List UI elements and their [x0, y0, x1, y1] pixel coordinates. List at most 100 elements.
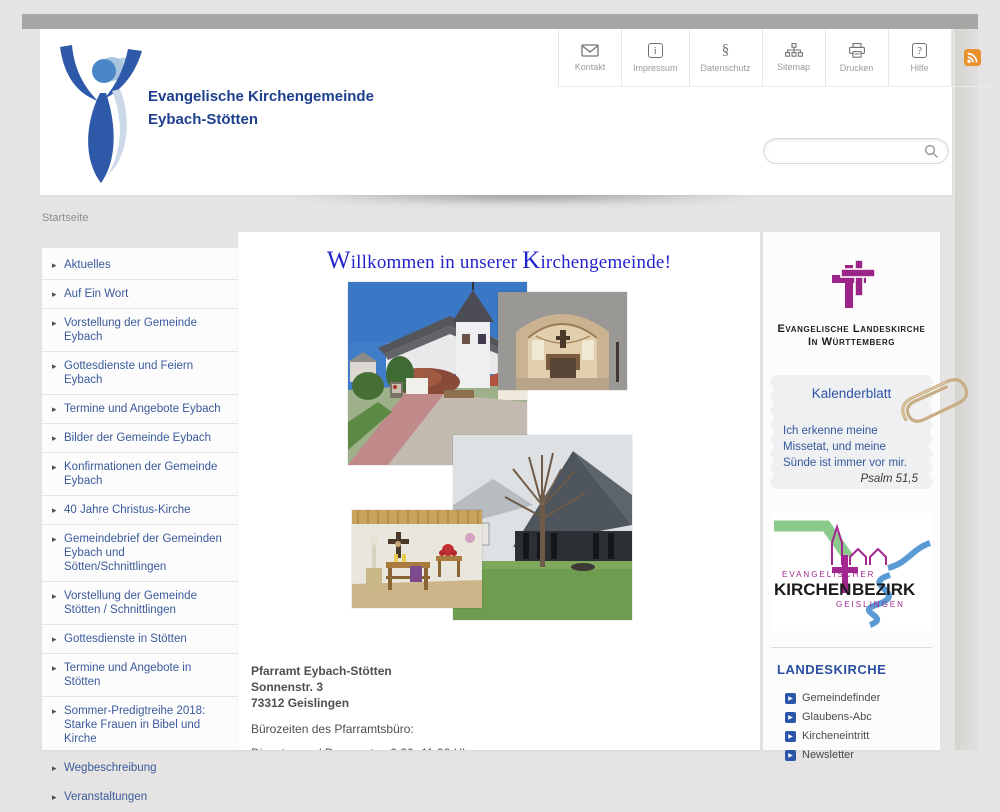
sidebar-item-label: Veranstaltungen [64, 791, 147, 803]
kalenderblatt-source: Psalm 51,5 [770, 473, 933, 485]
right-sidebar: Evangelische Landeskirche In Württemberg… [763, 232, 940, 750]
rss-icon [964, 49, 981, 66]
menu-arrow-icon: ▸ [52, 632, 57, 646]
menu-arrow-icon: ▸ [52, 589, 57, 603]
link-label: Newsletter [802, 749, 854, 761]
landeskirche-links: ▶ Gemeindefinder ▶ Glaubens-Abc ▶ Kirche… [785, 692, 940, 761]
sidebar-item-label: Termine und Angebote Eybach [64, 403, 221, 415]
nav-label: Drucken [840, 63, 874, 73]
link-label: Kircheneintritt [802, 730, 869, 742]
utility-nav: Kontakt i Impressum § Datenschutz Sitema… [558, 29, 993, 87]
sidebar-item-label: Gottesdienste und Feiern Eybach [64, 360, 193, 386]
nav-label: Sitemap [777, 62, 810, 72]
bezirk-word1: KIRCHEN [774, 580, 851, 599]
link-label: Glaubens-Abc [802, 711, 872, 723]
site-title-line1: Evangelische Kirchengemeinde [148, 85, 374, 108]
play-icon: ▶ [785, 712, 796, 723]
sidebar-item-label: Konfirmationen der Gemeinde Eybach [64, 461, 217, 487]
sidebar-item-label: Sommer-Predigtreihe 2018: Starke Frauen … [64, 705, 205, 745]
address-line: Pfarramt Eybach-Stötten [251, 663, 473, 679]
link-newsletter[interactable]: ▶ Newsletter [785, 749, 940, 761]
sidebar-item-termine-eybach[interactable]: ▸ Termine und Angebote Eybach [42, 395, 238, 424]
sidebar-item-label: Bilder der Gemeinde Eybach [64, 432, 211, 444]
menu-arrow-icon: ▸ [52, 761, 57, 775]
link-label: Gemeindefinder [802, 692, 880, 704]
link-gemeindefinder[interactable]: ▶ Gemeindefinder [785, 692, 940, 704]
office-hours-value: Dienstag und Donnerstag 9.20 -11.20 Uhr [251, 745, 473, 750]
menu-arrow-icon: ▸ [52, 532, 57, 546]
site-logo[interactable] [54, 41, 146, 189]
menu-arrow-icon: ▸ [52, 431, 57, 445]
sidebar-item-label: Vorstellung der Gemeinde Stötten / Schni… [64, 590, 197, 616]
nav-item-hilfe[interactable]: ? Hilfe [888, 29, 951, 87]
printer-icon [849, 43, 865, 58]
elk-logo-banner[interactable]: Evangelische Landeskirche In Württemberg [763, 232, 940, 349]
play-icon: ▶ [785, 731, 796, 742]
search-input[interactable] [773, 143, 924, 159]
nav-item-impressum[interactable]: i Impressum [621, 29, 689, 87]
main-content: Willkommen in unserer Kirchengemeinde! [238, 232, 760, 750]
sidebar-item-gottesdienste-eybach[interactable]: ▸ Gottesdienste und Feiern Eybach [42, 352, 238, 395]
nav-item-drucken[interactable]: Drucken [825, 29, 888, 87]
sidebar-item-gottesdienste-stoetten[interactable]: ▸Gottesdienste in Stötten [42, 625, 238, 654]
sidebar-item-label: Wegbeschreibung [64, 762, 157, 774]
office-hours-label: Bürozeiten des Pfarramtsbüro: [251, 721, 473, 737]
nav-item-kontakt[interactable]: Kontakt [558, 29, 621, 87]
nav-label: Datenschutz [701, 63, 751, 73]
elk-cross-icon [826, 260, 878, 312]
kirchenbezirk-logo-banner[interactable]: EVANGELISCHER KIRCHEN BEZIRK GEISLINGEN [770, 513, 933, 631]
page-title: Willkommen in unserer Kirchengemeinde! [238, 247, 760, 275]
link-glaubens-abc[interactable]: ▶ Glaubens-Abc [785, 711, 940, 723]
site-title-line2: Eybach-Stötten [148, 108, 374, 131]
address-line: 73312 Geislingen [251, 695, 473, 711]
nav-item-sitemap[interactable]: Sitemap [762, 29, 825, 87]
play-icon: ▶ [785, 750, 796, 761]
address-line: Sonnenstr. 3 [251, 679, 473, 695]
nav-item-datenschutz[interactable]: § Datenschutz [689, 29, 762, 87]
play-icon: ▶ [785, 693, 796, 704]
menu-arrow-icon: ▸ [52, 503, 57, 517]
bezirk-line1: EVANGELISCHER [782, 570, 875, 579]
page-title-text: illkommen in unserer [351, 252, 522, 273]
link-kircheneintritt[interactable]: ▶ Kircheneintritt [785, 730, 940, 742]
sidebar-item-label: Termine und Angebote in Stötten [64, 662, 191, 688]
sidebar-item-vorstellung-eybach[interactable]: ▸Vorstellung der Gemeinde Eybach [42, 309, 238, 352]
nav-label: Hilfe [911, 63, 929, 73]
site-title: Evangelische Kirchengemeinde Eybach-Stöt… [148, 85, 374, 131]
sidebar-menu: ▸Aktuelles ▸Auf Ein Wort ▸Vorstellung de… [42, 248, 238, 750]
page-title-cap: K [522, 247, 540, 274]
nav-label: Kontakt [575, 62, 606, 72]
sidebar-item-bilder-eybach[interactable]: ▸ Bilder der Gemeinde Eybach [42, 424, 238, 453]
sidebar-item-wegbeschreibung[interactable]: ▸ Wegbeschreibung [42, 754, 238, 783]
sidebar-item-veranstaltungen[interactable]: ▸Veranstaltungen [42, 783, 238, 812]
mail-icon [581, 44, 599, 57]
search-icon[interactable] [924, 144, 939, 159]
sidebar-item-40-jahre[interactable]: ▸40 Jahre Christus-Kirche [42, 496, 238, 525]
sidebar-item-sommer-predigtreihe[interactable]: ▸ Sommer-Predigtreihe 2018: Starke Frauen… [42, 697, 238, 754]
rss-button[interactable] [951, 29, 993, 87]
sidebar-item-termine-stoetten[interactable]: ▸ Termine und Angebote in Stötten [42, 654, 238, 697]
menu-arrow-icon: ▸ [52, 402, 57, 416]
kirchenbezirk-logo: EVANGELISCHER KIRCHEN BEZIRK GEISLINGEN [770, 513, 933, 631]
search-box [763, 138, 949, 164]
menu-arrow-icon: ▸ [52, 316, 57, 330]
paperclip-icon [888, 373, 980, 431]
info-icon: i [648, 43, 663, 58]
elk-logo-text: Evangelische Landeskirche In Württemberg [763, 323, 940, 349]
nav-label: Impressum [633, 63, 678, 73]
sidebar-item-auf-ein-wort[interactable]: ▸Auf Ein Wort [42, 280, 238, 309]
menu-arrow-icon: ▸ [52, 704, 57, 718]
top-gray-bar [22, 14, 978, 29]
breadcrumb[interactable]: Startseite [42, 212, 88, 224]
sidebar-item-gemeindebrief[interactable]: ▸ Gemeindebrief der Gemeinden Eybach und … [42, 525, 238, 582]
menu-arrow-icon: ▸ [52, 359, 57, 373]
bezirk-line3: GEISLINGEN [836, 600, 905, 609]
sidebar-item-aktuelles[interactable]: ▸Aktuelles [42, 251, 238, 280]
sidebar-item-label: Gemeindebrief der Gemeinden Eybach und S… [64, 533, 222, 573]
elk-logo-line1: Evangelische Landeskirche [763, 323, 940, 336]
menu-arrow-icon: ▸ [52, 661, 57, 675]
header: Evangelische Kirchengemeinde Eybach-Stöt… [40, 29, 952, 195]
sidebar-item-konfirmationen[interactable]: ▸Konfirmationen der Gemeinde Eybach [42, 453, 238, 496]
sidebar-item-vorstellung-stoetten[interactable]: ▸ Vorstellung der Gemeinde Stötten / Schn… [42, 582, 238, 625]
elk-logo-line2: In Württemberg [763, 336, 940, 349]
